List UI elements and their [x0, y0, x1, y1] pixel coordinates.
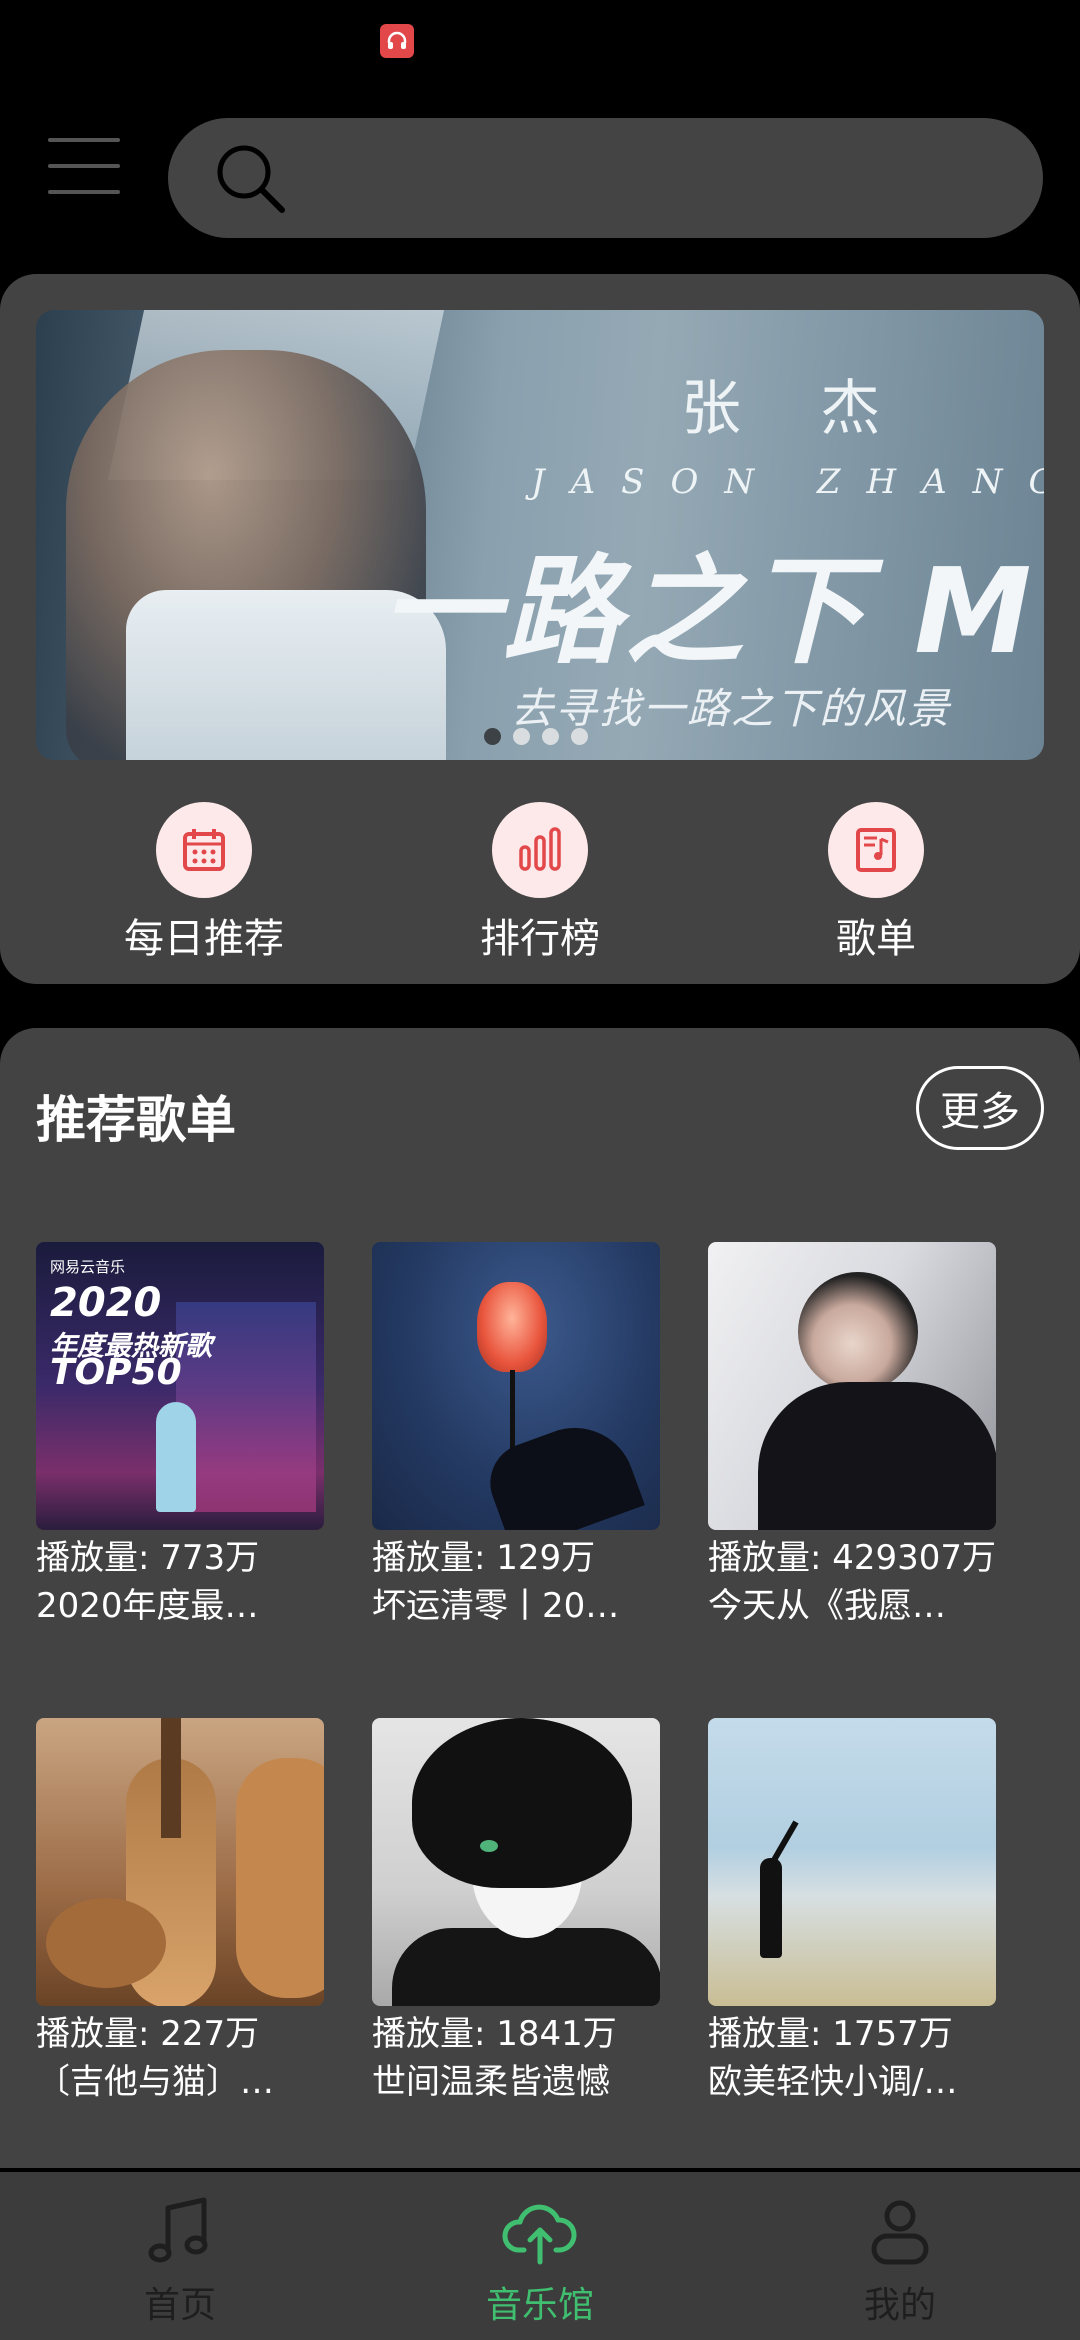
- playlist-name: 世间温柔皆遗憾: [372, 2062, 610, 2102]
- playlist-cover[interactable]: [708, 1718, 996, 2006]
- cover-guitar-art: [236, 1758, 324, 1998]
- playlist-play-count: 播放量: 227万: [36, 2014, 260, 2054]
- charts-button[interactable]: 排行榜: [440, 802, 640, 964]
- playlist-tile[interactable]: 播放量: 429307万 今天从《我愿…: [708, 1242, 996, 1630]
- banner-page-indicator: [484, 728, 588, 745]
- nav-mine[interactable]: 我的: [800, 2190, 1000, 2328]
- playlist-name: 坏运清零丨20…: [372, 1586, 620, 1626]
- playlist-name: 欧美轻快小调/…: [708, 2062, 958, 2102]
- banner-dot[interactable]: [513, 728, 530, 745]
- banner-title: 一路之下 M: [381, 542, 1036, 680]
- cover-man-art: [760, 1858, 782, 1958]
- cover-hair-art: [412, 1718, 632, 1888]
- cover-figure-art: [156, 1402, 196, 1512]
- playlist-play-count: 播放量: 1757万: [708, 2014, 953, 2054]
- playlist-tile[interactable]: 播放量: 129万 坏运清零丨20…: [372, 1242, 660, 1630]
- playlist-play-count: 播放量: 773万: [36, 1538, 260, 1578]
- banner-subtitle: 去寻找一路之下的风景: [511, 684, 952, 733]
- bar-chart-icon: [492, 802, 588, 898]
- playlist-name: 2020年度最…: [36, 1586, 259, 1626]
- playlist-cover[interactable]: 网易云音乐 2020 年度最热新歌 TOP50: [36, 1242, 324, 1530]
- cover-shirt-art: [392, 1928, 660, 2006]
- daily-recommend-button[interactable]: 每日推荐: [104, 802, 304, 964]
- daily-recommend-label: 每日推荐: [124, 916, 284, 962]
- nav-home[interactable]: 首页: [80, 2190, 280, 2328]
- playlist-tile[interactable]: 播放量: 227万 〔吉他与猫〕…: [36, 1718, 324, 2106]
- search-input[interactable]: [306, 138, 1043, 218]
- banner-dot[interactable]: [542, 728, 559, 745]
- status-bar: [0, 0, 1080, 100]
- cover-neck-art: [161, 1718, 181, 1838]
- playlist-tile[interactable]: 播放量: 1757万 欧美轻快小调/…: [708, 1718, 996, 2106]
- nav-music-hall[interactable]: 音乐馆: [440, 2190, 640, 2328]
- cover-body-art: [758, 1382, 996, 1530]
- cover-stem-art: [510, 1370, 515, 1450]
- cover-cat-art: [46, 1898, 166, 1988]
- playlists-button[interactable]: 歌单: [776, 802, 976, 964]
- calendar-icon: [156, 802, 252, 898]
- playlist-tile[interactable]: 网易云音乐 2020 年度最热新歌 TOP50 播放量: 773万 2020年度…: [36, 1242, 324, 1630]
- playlist-cover[interactable]: [36, 1718, 324, 2006]
- hamburger-menu-icon[interactable]: [48, 138, 120, 194]
- user-icon: [871, 2200, 929, 2265]
- recommended-playlists-section: 推荐歌单 更多 网易云音乐 2020 年度最热新歌 TOP50 播放量: 773…: [0, 1028, 1080, 2168]
- playlist-play-count: 播放量: 129万: [372, 1538, 596, 1578]
- playlist-play-count: 播放量: 429307万: [708, 1538, 996, 1578]
- more-button[interactable]: 更多: [916, 1066, 1044, 1150]
- cover-head-art: [798, 1272, 918, 1392]
- playlist-cover[interactable]: [372, 1718, 660, 2006]
- banner-artist-cn: 张 杰: [681, 374, 911, 444]
- playlist-icon: [828, 802, 924, 898]
- search-bar[interactable]: [168, 118, 1043, 238]
- playlist-cover[interactable]: [372, 1242, 660, 1530]
- cover-brand: 网易云音乐: [50, 1258, 126, 1276]
- cover-eye-art: [480, 1840, 498, 1852]
- banner-carousel[interactable]: 张 杰 JASON ZHANG 一路之下 M 去寻找一路之下的风景: [36, 310, 1044, 760]
- playlist-name: 〔吉他与猫〕…: [36, 2062, 274, 2102]
- music-note-icon: [148, 2197, 208, 2263]
- charts-label: 排行榜: [480, 916, 600, 962]
- nav-mine-label: 我的: [863, 2285, 936, 2326]
- section-title: 推荐歌单: [36, 1091, 236, 1149]
- search-icon: [217, 145, 285, 213]
- cover-hand-art: [479, 1411, 645, 1530]
- cover-text-top: TOP50: [50, 1352, 182, 1393]
- cover-flower-art: [477, 1282, 547, 1372]
- playlist-cover[interactable]: [708, 1242, 996, 1530]
- top-card: 张 杰 JASON ZHANG 一路之下 M 去寻找一路之下的风景 每日推荐 排…: [0, 274, 1080, 984]
- banner-dot[interactable]: [484, 728, 501, 745]
- playlist-name: 今天从《我愿…: [708, 1586, 946, 1626]
- cloud-upload-icon: [502, 2204, 577, 2265]
- nav-home-label: 首页: [143, 2285, 216, 2326]
- playlists-label: 歌单: [836, 916, 916, 962]
- nav-music-hall-label: 音乐馆: [485, 2285, 594, 2326]
- cover-text-year: 2020: [50, 1280, 162, 1326]
- playlist-play-count: 播放量: 1841万: [372, 2014, 617, 2054]
- banner-artist-en: JASON ZHANG: [531, 462, 1044, 502]
- banner-dot[interactable]: [571, 728, 588, 745]
- headphones-icon: [380, 24, 414, 58]
- playlist-tile[interactable]: 播放量: 1841万 世间温柔皆遗憾: [372, 1718, 660, 2106]
- bottom-nav: 首页 音乐馆 我的: [0, 2172, 1080, 2340]
